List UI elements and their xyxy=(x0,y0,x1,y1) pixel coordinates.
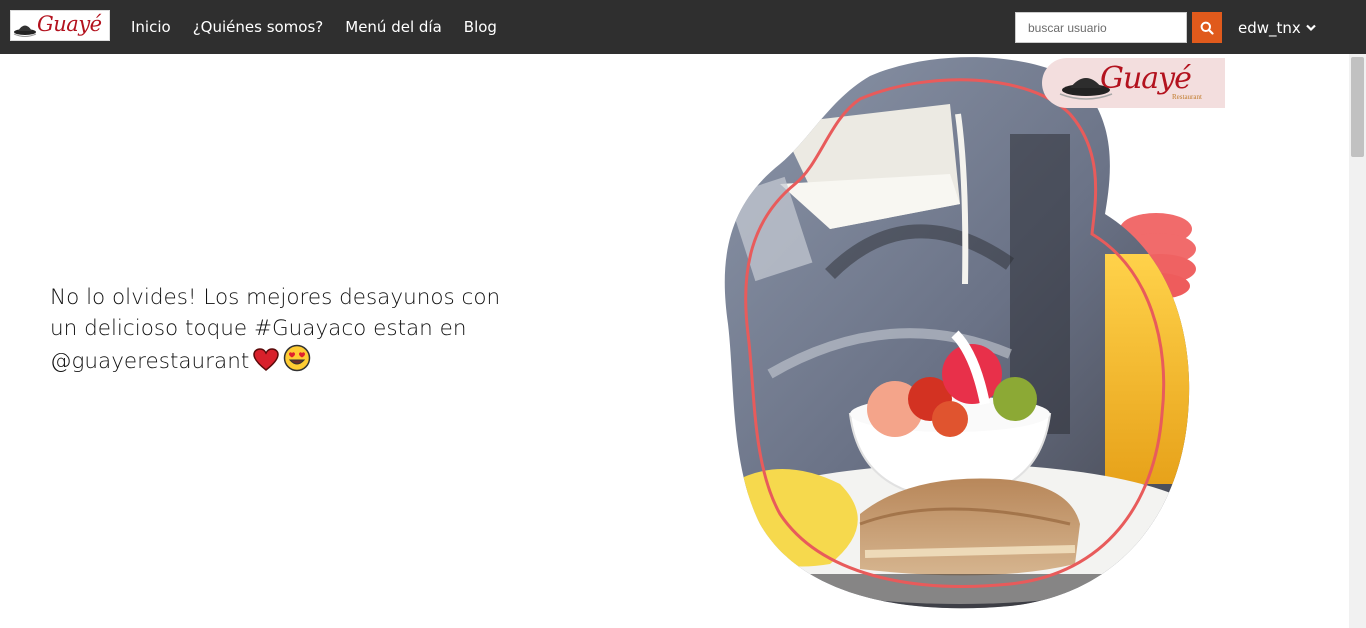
badge-title: Guayé xyxy=(1100,61,1192,96)
badge-subtitle: Restaurant xyxy=(1172,93,1202,101)
nav-menu-del-dia[interactable]: Menú del día xyxy=(345,18,442,36)
navbar: Guayé Inicio ¿Quiénes somos? Menú del dí… xyxy=(0,0,1366,54)
logo-hat-icon xyxy=(13,25,37,37)
heart-eyes-emoji xyxy=(283,344,311,381)
nav-blog[interactable]: Blog xyxy=(464,18,497,36)
hero-text: No lo olvides! Los mejores desayunos con… xyxy=(50,282,520,381)
nav-quienes-somos[interactable]: ¿Quiénes somos? xyxy=(193,18,324,36)
nav-inicio[interactable]: Inicio xyxy=(131,18,171,36)
user-menu[interactable]: edw_tnx xyxy=(1238,19,1316,37)
search-input[interactable] xyxy=(1015,12,1187,43)
user-name: edw_tnx xyxy=(1238,19,1301,37)
main-nav: Inicio ¿Quiénes somos? Menú del día Blog xyxy=(131,18,519,36)
logo-text: Guayé xyxy=(37,12,102,36)
hero-food-image xyxy=(724,57,1196,609)
scrollbar-thumb[interactable] xyxy=(1351,57,1364,157)
chevron-down-icon xyxy=(1306,24,1316,32)
brand-logo[interactable]: Guayé xyxy=(10,10,110,41)
brand-badge: Guayé Restaurant xyxy=(1042,58,1225,108)
heart-emoji xyxy=(253,348,280,381)
search-button[interactable] xyxy=(1192,12,1222,43)
search-icon xyxy=(1200,21,1214,35)
